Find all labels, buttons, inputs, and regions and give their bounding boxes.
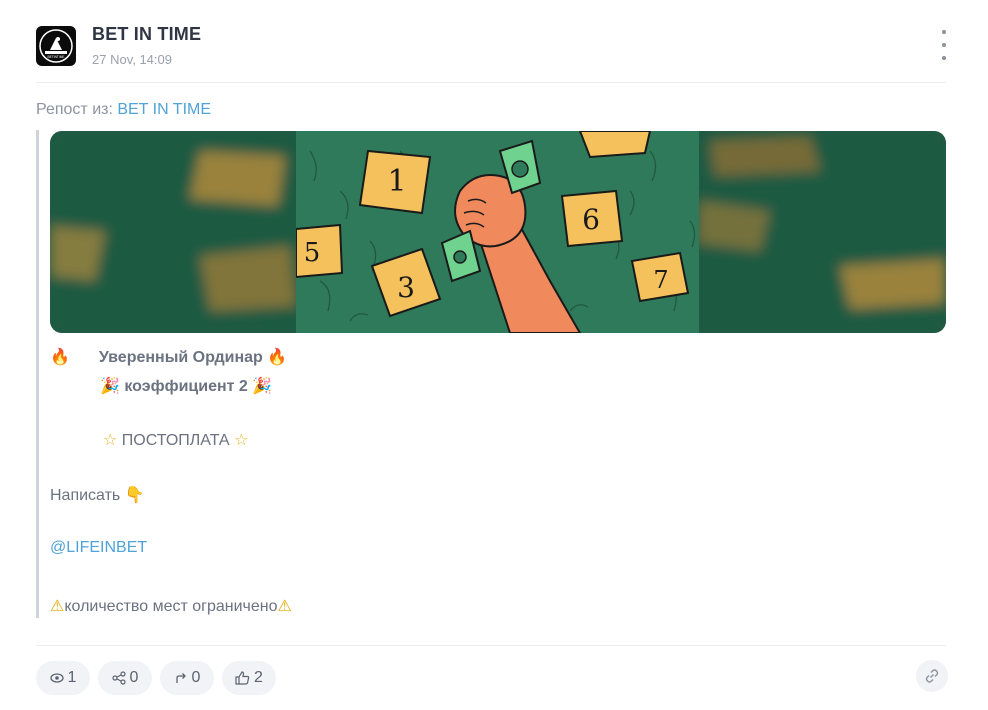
likes-count: 2	[254, 669, 263, 686]
share-icon	[111, 671, 126, 685]
channel-name[interactable]: BET IN TIME	[92, 24, 201, 45]
shares-count: 0	[129, 669, 139, 686]
party-popper-icon: 🎉	[100, 378, 120, 395]
quote-bar	[36, 130, 39, 618]
header-divider	[36, 82, 946, 83]
svg-text:6: 6	[582, 203, 600, 236]
repost-source-link[interactable]: BET IN TIME	[117, 101, 211, 118]
party-popper-icon: 🎉	[252, 378, 273, 395]
note-7: 7	[630, 251, 690, 303]
thumbs-up-icon	[235, 671, 250, 685]
warning-icon: ⚠	[277, 598, 292, 615]
note-5: 5	[296, 223, 344, 279]
message-line-1: 🔥 Уверенный Ординар 🔥	[50, 347, 287, 367]
copy-link-button[interactable]	[916, 660, 948, 692]
forward-icon	[175, 673, 186, 683]
fire-icon: 🔥	[50, 349, 70, 366]
warning-icon: ⚠	[50, 598, 65, 615]
svg-text:5: 5	[304, 238, 321, 268]
svg-text:BETINTIME: BETINTIME	[47, 55, 64, 59]
avatar-logo: BETINTIME	[39, 29, 73, 63]
svg-text:3: 3	[397, 271, 415, 304]
pointing-down-icon: 👇	[124, 487, 145, 504]
message-line-4: Написать 👇	[50, 485, 145, 505]
footer-divider	[36, 645, 946, 646]
star-icon: ☆	[234, 432, 249, 449]
repost-prefix: Репост из:	[36, 101, 113, 118]
post-timestamp: 27 Nov, 14:09	[92, 52, 172, 67]
mention-link[interactable]: @LIFEINBET	[50, 539, 147, 557]
forwards-counter[interactable]: 0	[160, 661, 214, 695]
message-line-5: ⚠количество мест ограничено⚠	[50, 596, 292, 616]
channel-avatar[interactable]: BETINTIME	[36, 26, 76, 66]
star-icon: ☆	[103, 432, 118, 449]
forwards-count: 0	[191, 669, 201, 686]
message-write: Написать	[50, 487, 121, 504]
message-title: Уверенный Ординар	[98, 349, 263, 366]
link-icon	[925, 669, 939, 683]
svg-text:7: 7	[653, 266, 668, 294]
views-counter[interactable]: 1	[36, 661, 90, 695]
repost-info: Репост из: BET IN TIME	[36, 101, 211, 119]
message-postpay: ПОСТОПЛАТА	[121, 432, 230, 449]
message-limited: количество мест ограничено	[64, 598, 278, 615]
fire-icon: 🔥	[267, 349, 288, 366]
post-image[interactable]: 1 5 3 6 7	[50, 131, 946, 333]
message-line-2: 🎉 коэффициент 2 🎉	[100, 376, 272, 396]
svg-text:1: 1	[387, 164, 406, 199]
views-count: 1	[67, 669, 77, 686]
post-card: BETINTIME BET IN TIME 27 Nov, 14:09 Репо…	[0, 0, 988, 710]
more-vertical-icon[interactable]	[934, 30, 954, 60]
likes-counter[interactable]: 2	[222, 661, 276, 695]
eye-icon	[49, 673, 64, 683]
note-1: 1	[358, 149, 432, 215]
note-6: 6	[560, 189, 624, 248]
message-line-3: ☆ ПОСТОПЛАТА ☆	[103, 430, 248, 450]
message-coefficient: коэффициент 2	[124, 378, 248, 395]
shares-counter[interactable]: 0	[98, 661, 152, 695]
